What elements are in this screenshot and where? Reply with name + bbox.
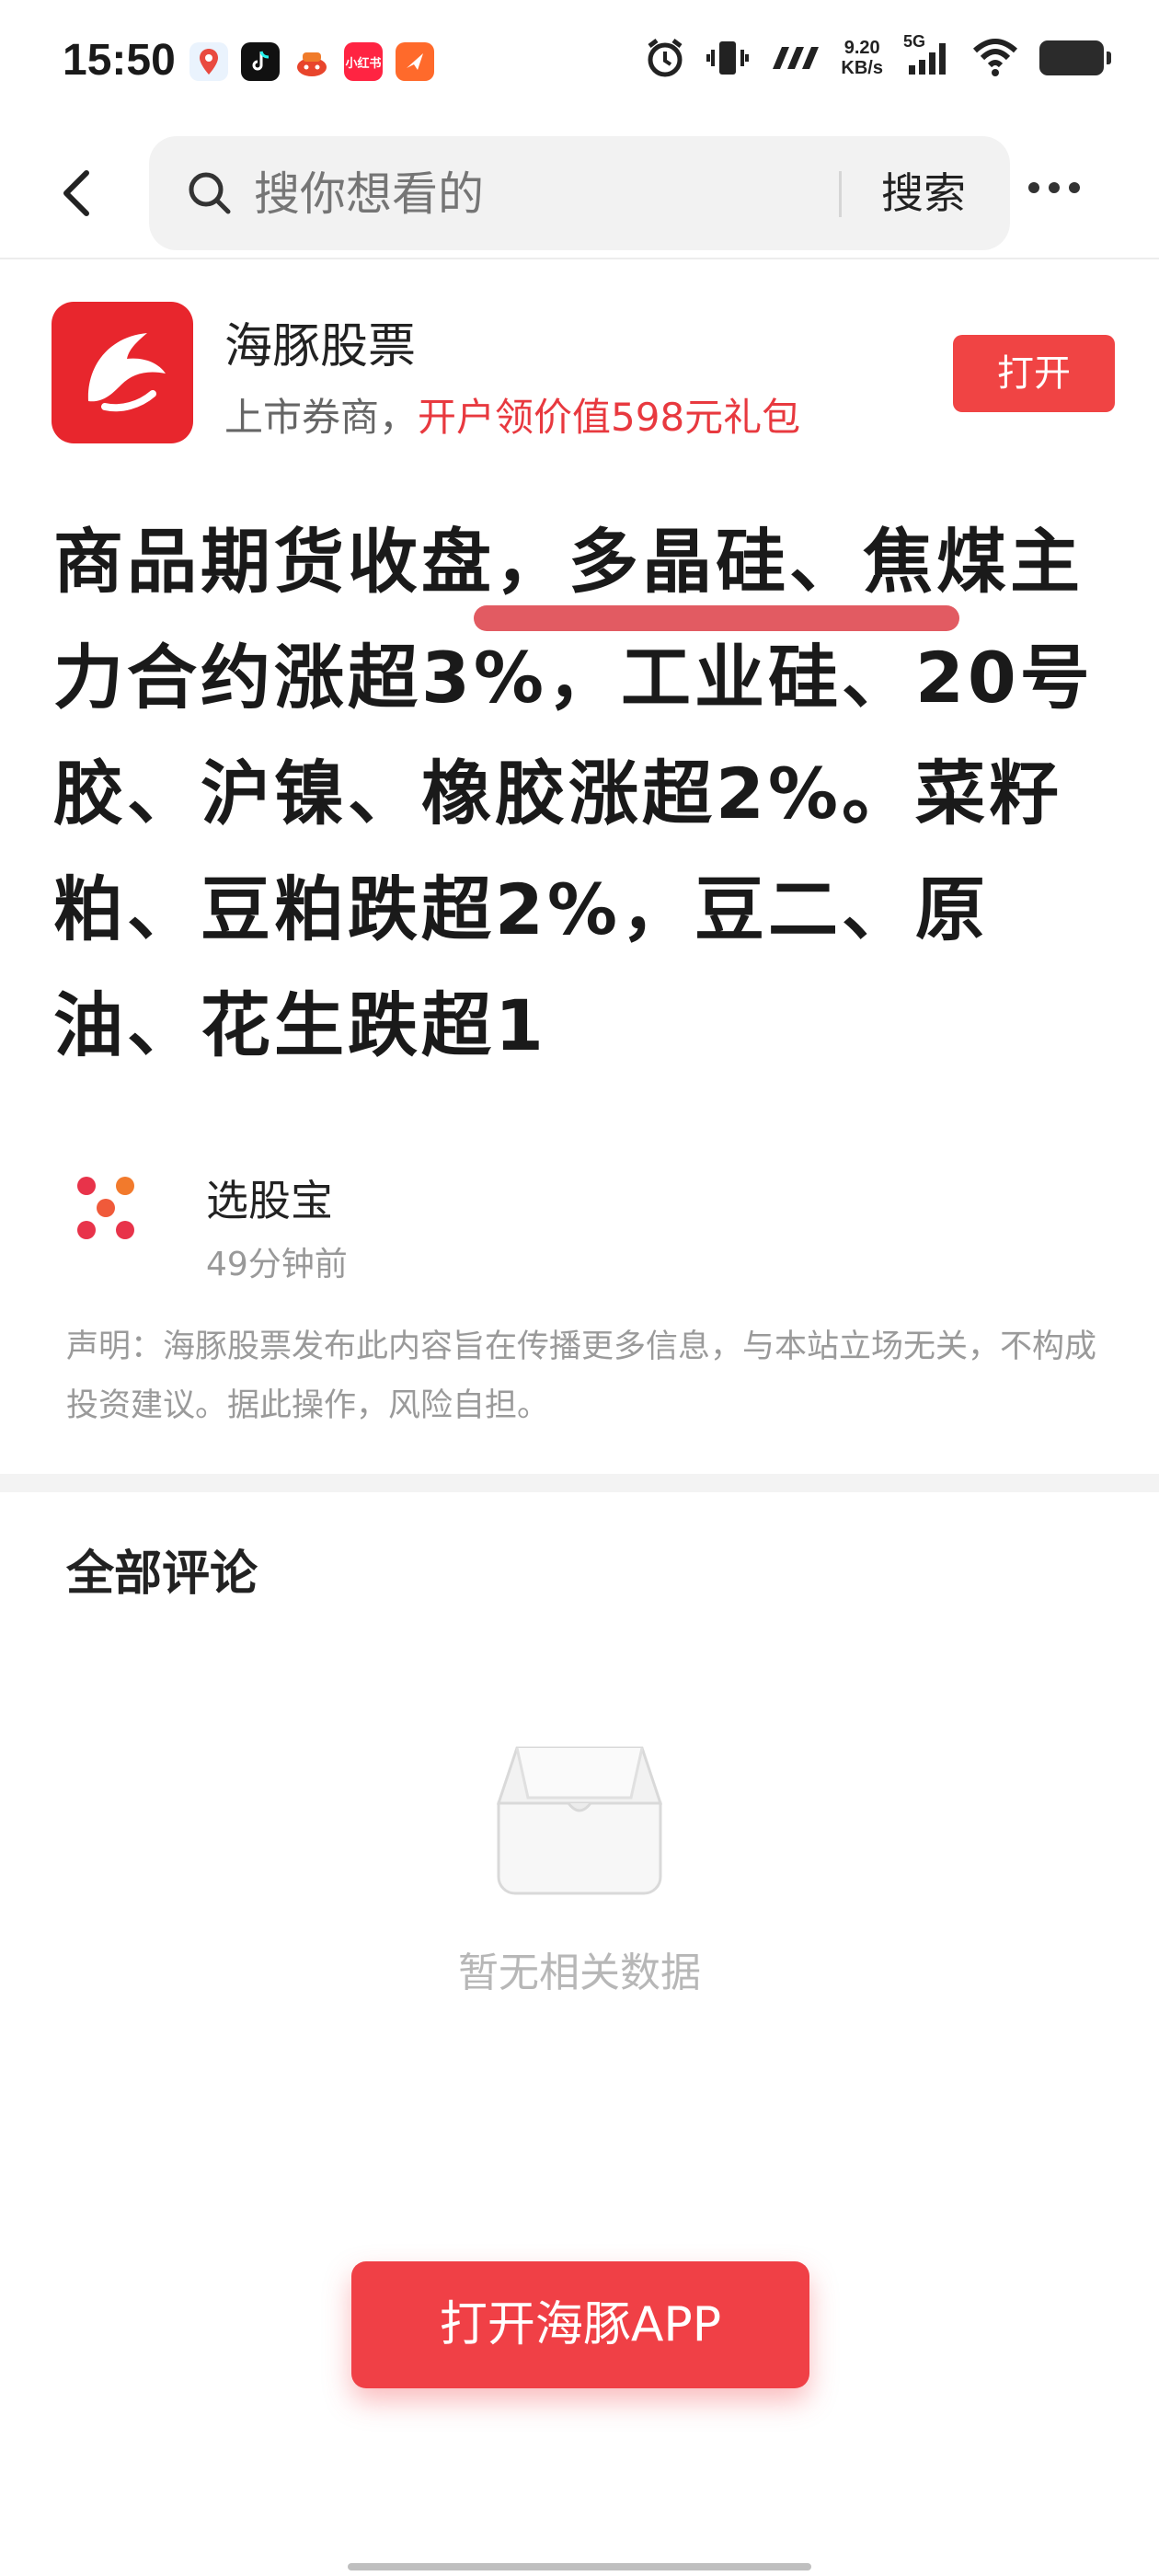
back-button[interactable] — [52, 166, 107, 221]
home-indicator[interactable] — [348, 2563, 811, 2570]
status-indicators: 9.20 KB/s 5G — [644, 32, 1111, 79]
search-input[interactable] — [252, 136, 973, 252]
cellular-signal-icon: 5G — [903, 32, 951, 78]
notification-app-icons: 小红书 — [189, 42, 434, 81]
app-promo-banner: 海豚股票 上市券商，开户领价值598元礼包 打开 — [0, 259, 1159, 471]
search-divider — [839, 171, 842, 217]
feather-app-icon — [396, 42, 434, 81]
section-divider — [0, 1474, 1159, 1492]
search-button[interactable]: 搜索 — [881, 136, 966, 250]
open-app-button[interactable]: 打开 — [953, 335, 1115, 412]
wifi-icon — [972, 39, 1018, 76]
publish-time: 49分钟前 — [206, 1246, 348, 1283]
comments-heading: 全部评论 — [66, 1547, 258, 1602]
xiaohongshu-icon: 小红书 — [344, 42, 383, 81]
author-avatar — [77, 1177, 134, 1239]
search-icon — [189, 172, 231, 214]
promo-description: 上市券商，开户领价值598元礼包 — [224, 386, 800, 443]
taobao-icon — [293, 42, 331, 81]
article-title: 商品期货收盘，多晶硅、焦煤主力合约涨超3%，工业硅、20号胶、沪镍、橡胶涨超2%… — [53, 521, 1094, 1066]
promo-app-name: 海豚股票 — [224, 319, 417, 374]
network-speed-unit: KB/s — [841, 58, 883, 78]
alarm-icon — [648, 39, 683, 77]
network-speed-value: 9.20 — [843, 38, 880, 58]
author-row[interactable]: 选股宝 49分钟前 — [52, 1145, 1119, 1283]
more-dot-icon — [1069, 182, 1080, 193]
more-dot-icon — [1049, 182, 1060, 193]
haitun-app-logo — [52, 302, 193, 443]
status-bar: 15:50 小红书 9.20 KB/s 5G — [0, 0, 1159, 129]
promo-desc-highlight: 开户领价值598元礼包 — [418, 395, 801, 440]
network-speed: 9.20 KB/s — [841, 38, 883, 78]
search-bar[interactable]: 搜索 — [149, 136, 1010, 252]
empty-box-icon — [496, 1746, 663, 1895]
baidu-map-icon — [189, 42, 228, 81]
battery-icon — [1039, 40, 1111, 75]
signal-brand-icon — [773, 47, 820, 69]
chevron-left-icon — [63, 170, 89, 216]
more-options-button[interactable] — [1028, 182, 1080, 193]
douyin-icon — [241, 42, 280, 81]
author-name: 选股宝 — [206, 1176, 333, 1225]
empty-state-text: 暂无相关数据 — [458, 1949, 701, 1996]
status-time: 15:50 — [63, 36, 176, 85]
more-dot-icon — [1028, 182, 1039, 193]
vibrate-icon — [706, 41, 750, 75]
open-haitun-app-button[interactable]: 打开海豚APP — [351, 2261, 809, 2388]
top-nav-bar: 搜索 — [0, 129, 1159, 259]
dolphin-icon — [87, 333, 166, 412]
disclaimer-text: 声明：海豚股票发布此内容旨在传播更多信息，与本站立场无关，不构成投资建议。据此操… — [66, 1328, 1097, 1424]
promo-desc-prefix: 上市券商， — [224, 395, 419, 440]
